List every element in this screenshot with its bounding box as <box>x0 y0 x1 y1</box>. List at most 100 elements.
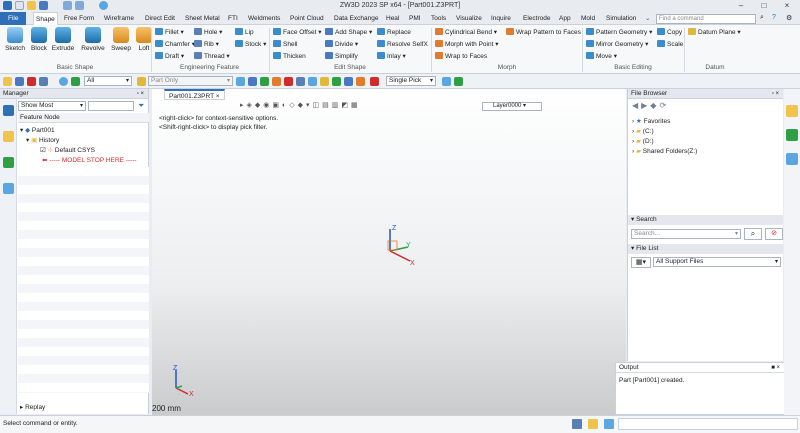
tab-free-form[interactable]: Free Form <box>62 12 96 25</box>
fillet-button[interactable]: Fillet ▾ <box>155 28 184 38</box>
file-menu[interactable]: File <box>0 12 27 25</box>
manager-search-input[interactable] <box>88 101 134 111</box>
tab-heal[interactable]: Heal <box>384 12 401 25</box>
help-circle-icon[interactable]: ? <box>772 14 781 24</box>
pointer-icon[interactable] <box>3 77 12 86</box>
pattern-geometry-button[interactable]: Pattern Geometry ▾ <box>586 28 652 38</box>
tab-simulation[interactable]: Simulation <box>604 12 638 25</box>
tab-tools[interactable]: Tools <box>429 12 448 25</box>
revolve-button[interactable]: Revolve <box>79 27 107 52</box>
thread-button[interactable]: Thread ▾ <box>194 52 230 62</box>
tab-weldments[interactable]: Weldments <box>246 12 282 25</box>
datum-plane-button[interactable]: Datum Plane ▾ <box>688 28 741 38</box>
pick-all-icon[interactable] <box>356 77 365 86</box>
pick-shape-icon[interactable] <box>296 77 305 86</box>
pick-face-icon[interactable] <box>248 77 257 86</box>
pick-point-icon[interactable] <box>272 77 281 86</box>
nav-toolbar[interactable]: ◀▶◆⟳ <box>632 101 669 110</box>
file-search-input[interactable]: Search... ▾ <box>631 229 741 239</box>
status-input-field[interactable] <box>618 418 798 430</box>
close-icon[interactable]: × <box>776 0 798 12</box>
stock-button[interactable]: Stock ▾ <box>235 40 266 50</box>
snap-icon[interactable] <box>71 77 80 86</box>
draft-button[interactable]: Draft ▾ <box>155 52 184 62</box>
copy-button[interactable]: Copy <box>657 28 682 38</box>
command-search-input[interactable]: Find a command <box>656 14 756 24</box>
chamfer-button[interactable]: Chamfer ▾ <box>155 40 195 50</box>
history-manager-icon[interactable] <box>3 105 14 116</box>
tree-item-drive-d[interactable]: › ▰ (D:) <box>632 137 654 145</box>
select-mode-icon[interactable] <box>39 77 48 86</box>
show-select[interactable]: Show Most ▾ <box>18 101 86 111</box>
search-icon[interactable]: ⌕ <box>744 228 762 240</box>
tree-item-shared[interactable]: › ▰ Shared Folders(Z:) <box>632 147 697 155</box>
filter-icon[interactable] <box>15 77 24 86</box>
resolve-selfx-button[interactable]: Resolve SelfX <box>377 40 428 50</box>
tab-shape[interactable]: Shape <box>33 12 58 25</box>
file-browser-icon[interactable] <box>786 105 798 117</box>
tab-pmi[interactable]: PMI <box>407 12 423 25</box>
tree-item-drive-c[interactable]: › ▰ (C:) <box>632 127 654 135</box>
checkbox-icon[interactable]: ☑ <box>40 147 46 154</box>
tree-item-history[interactable]: ▾ ▣ History <box>26 136 59 144</box>
tab-inquire[interactable]: Inquire <box>489 12 513 25</box>
inlay-button[interactable]: Inlay ▾ <box>377 52 406 62</box>
palette-icon[interactable] <box>786 129 798 141</box>
tab-mold[interactable]: Mold <box>579 12 597 25</box>
funnel-icon[interactable]: ⏷ <box>138 101 144 111</box>
mirror-geometry-button[interactable]: Mirror Geometry ▾ <box>586 40 648 50</box>
graphics-viewport[interactable]: Part001.Z3PRT × ▸◈◆◉▣◐◇◆▾◫▤▥◩▦ Layer0000… <box>152 89 626 415</box>
tree-item-favorites[interactable]: › ★ Favorites <box>632 117 670 125</box>
divide-button[interactable]: Divide ▾ <box>325 40 358 50</box>
pick-history-icon[interactable] <box>454 77 463 86</box>
layer-manager-icon[interactable] <box>3 157 14 168</box>
move-button[interactable]: Move ▾ <box>586 52 617 62</box>
status-layer-icon[interactable] <box>588 419 598 429</box>
search-icon[interactable]: ⌕ <box>760 14 769 24</box>
document-tab[interactable]: Part001.Z3PRT × <box>164 89 225 100</box>
scale-button[interactable]: Scale <box>657 40 683 50</box>
view-mode-icon[interactable]: ▦▾ <box>631 257 651 268</box>
clear-icon[interactable] <box>27 77 36 86</box>
part-only-select[interactable]: Part Only ▾ <box>148 76 233 86</box>
loft-button[interactable]: Loft <box>132 27 156 52</box>
shell-button[interactable]: Shell <box>273 40 297 50</box>
face-offset-button[interactable]: Face Offset ▾ <box>273 28 322 38</box>
assembly-manager-icon[interactable] <box>3 131 14 142</box>
tab-point-cloud[interactable]: Point Cloud <box>288 12 326 25</box>
tab-electrode[interactable]: Electrode <box>521 12 552 25</box>
hole-button[interactable]: Hole ▾ <box>194 28 222 38</box>
file-type-select[interactable]: All Support Files ▾ <box>653 257 781 267</box>
tab-close-icon[interactable]: × <box>216 93 220 100</box>
tab-fti[interactable]: FTI <box>226 12 240 25</box>
pick-box-icon[interactable] <box>370 77 379 86</box>
panel-close-icon[interactable]: ▫ × <box>137 89 144 99</box>
extrude-button[interactable]: Extrude <box>51 27 75 52</box>
lip-button[interactable]: Lip <box>235 28 254 38</box>
status-display-icon[interactable] <box>604 419 614 429</box>
clear-search-icon[interactable]: ⊘ <box>765 228 783 240</box>
rib-button[interactable]: Rib ▾ <box>194 40 219 50</box>
tab-sheet-metal[interactable]: Sheet Metal <box>183 12 222 25</box>
tab-data-exchange[interactable]: Data Exchange <box>332 12 380 25</box>
pick-sketch-icon[interactable] <box>320 77 329 86</box>
pick-edge-icon[interactable] <box>260 77 269 86</box>
thicken-button[interactable]: Thicken <box>273 52 306 62</box>
pick-curve-icon[interactable] <box>284 77 293 86</box>
sketch-button[interactable]: Sketch <box>3 27 27 52</box>
replay-toggle[interactable]: ▸ Replay <box>20 403 45 411</box>
add-shape-button[interactable]: Add Shape ▾ <box>325 28 372 38</box>
sweep-button[interactable]: Sweep <box>109 27 133 52</box>
cube-icon[interactable] <box>786 153 798 165</box>
pick-mode-select[interactable]: Single Pick ▾ <box>386 76 436 86</box>
tree-item-csys[interactable]: ☑ ⊹ Default CSYS <box>40 146 95 154</box>
pick-datum-icon[interactable] <box>308 77 317 86</box>
part-filter-icon[interactable] <box>137 77 146 86</box>
tree-item-part[interactable]: ▾ ◆ Part001 <box>20 126 55 134</box>
panel-close-icon[interactable]: ■ × <box>771 363 780 373</box>
replace-button[interactable]: Replace <box>377 28 411 38</box>
wrap-to-faces-button[interactable]: Wrap to Faces <box>435 52 487 62</box>
settings-icon[interactable]: ⚙ <box>786 14 795 24</box>
morph-with-point-button[interactable]: Morph with Point ▾ <box>435 40 499 50</box>
filter-select[interactable]: All ▾ <box>84 76 132 86</box>
